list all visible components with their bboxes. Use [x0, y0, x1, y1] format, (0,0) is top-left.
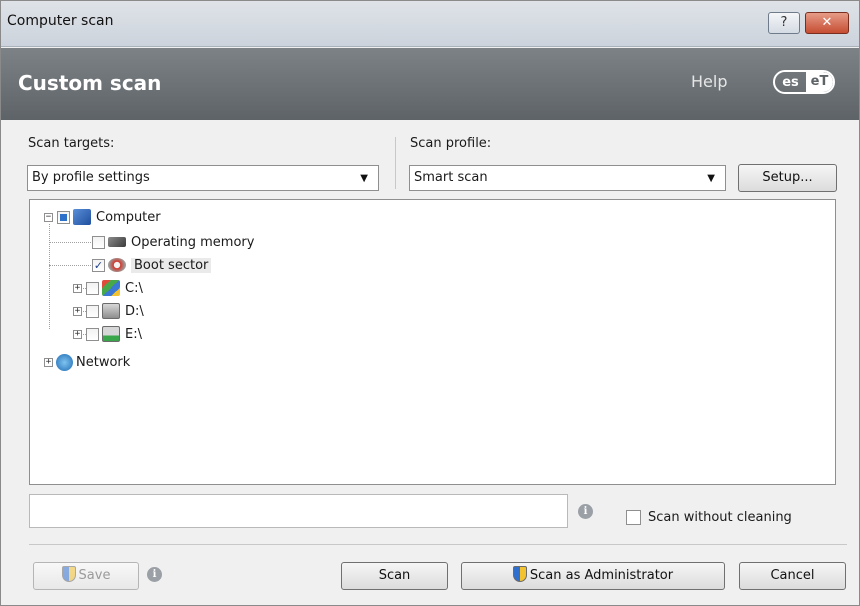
scan-profile-select[interactable]: Smart scan ▼	[409, 165, 726, 191]
scan-targets-select[interactable]: By profile settings ▼	[27, 165, 379, 191]
eset-logo: es eT	[773, 70, 835, 94]
tree-connector	[49, 224, 50, 329]
computer-icon	[73, 209, 91, 225]
collapse-icon[interactable]: −	[44, 212, 53, 222]
tree-item-drive-e[interactable]: + E:\	[73, 323, 142, 345]
tree-checkbox[interactable]: ✓	[92, 258, 105, 272]
disk-icon	[108, 258, 126, 272]
system-drive-icon	[102, 280, 120, 296]
page-title: Custom scan	[18, 71, 162, 95]
tree-checkbox[interactable]	[92, 235, 105, 249]
tree-checkbox[interactable]	[86, 327, 99, 341]
tree-item-operating-memory[interactable]: Operating memory	[88, 231, 254, 253]
expand-icon[interactable]: +	[73, 306, 82, 316]
info-icon[interactable]: i	[578, 504, 593, 519]
scan-without-cleaning-checkbox[interactable]	[626, 510, 641, 525]
tree-item-boot-sector[interactable]: ✓ Boot sector	[88, 254, 212, 276]
save-button[interactable]: Save	[33, 562, 139, 590]
info-icon[interactable]: i	[147, 567, 162, 582]
expand-icon[interactable]: +	[44, 357, 53, 367]
cd-drive-icon	[102, 303, 120, 319]
computer-scan-window: Computer scan ? ✕ Custom scan Help es eT…	[0, 0, 860, 606]
scan-as-administrator-button[interactable]: Scan as Administrator	[461, 562, 725, 590]
tree-item-drive-d[interactable]: + D:\	[73, 300, 144, 322]
header-banner: Custom scan Help es eT	[1, 48, 859, 120]
network-drive-icon	[102, 326, 120, 342]
scan-targets-tree[interactable]: − Computer Operating memory ✓ Boot secto…	[29, 199, 836, 485]
help-link[interactable]: Help	[691, 72, 727, 91]
tree-connector	[49, 242, 91, 243]
scan-targets-label: Scan targets:	[28, 136, 115, 151]
scan-profile-label: Scan profile:	[410, 136, 492, 151]
help-title-button[interactable]: ?	[768, 12, 800, 34]
cancel-button[interactable]: Cancel	[739, 562, 846, 590]
vertical-divider	[395, 137, 396, 189]
tree-checkbox[interactable]	[57, 210, 70, 224]
title-bar: Computer scan ? ✕	[1, 1, 859, 47]
scan-button[interactable]: Scan	[341, 562, 448, 590]
window-title: Computer scan	[7, 13, 114, 29]
expand-icon[interactable]: +	[73, 283, 82, 293]
close-button[interactable]: ✕	[805, 12, 849, 34]
tree-item-network[interactable]: + Network	[44, 351, 130, 373]
memory-chip-icon	[108, 237, 126, 247]
network-globe-icon	[56, 353, 73, 371]
chevron-down-icon: ▼	[360, 173, 368, 184]
uac-shield-icon	[61, 566, 76, 582]
setup-button[interactable]: Setup...	[738, 164, 837, 192]
tree-checkbox[interactable]	[86, 281, 99, 295]
uac-shield-icon	[512, 566, 527, 582]
chevron-down-icon: ▼	[707, 173, 715, 184]
tree-item-computer[interactable]: − Computer	[44, 206, 161, 228]
tree-item-drive-c[interactable]: + C:\	[73, 277, 143, 299]
scan-without-cleaning-label[interactable]: Scan without cleaning	[648, 510, 792, 525]
expand-icon[interactable]: +	[73, 329, 82, 339]
scan-path-input[interactable]	[29, 494, 568, 528]
tree-checkbox[interactable]	[86, 304, 99, 318]
tree-connector	[49, 265, 91, 266]
horizontal-divider	[29, 544, 847, 545]
